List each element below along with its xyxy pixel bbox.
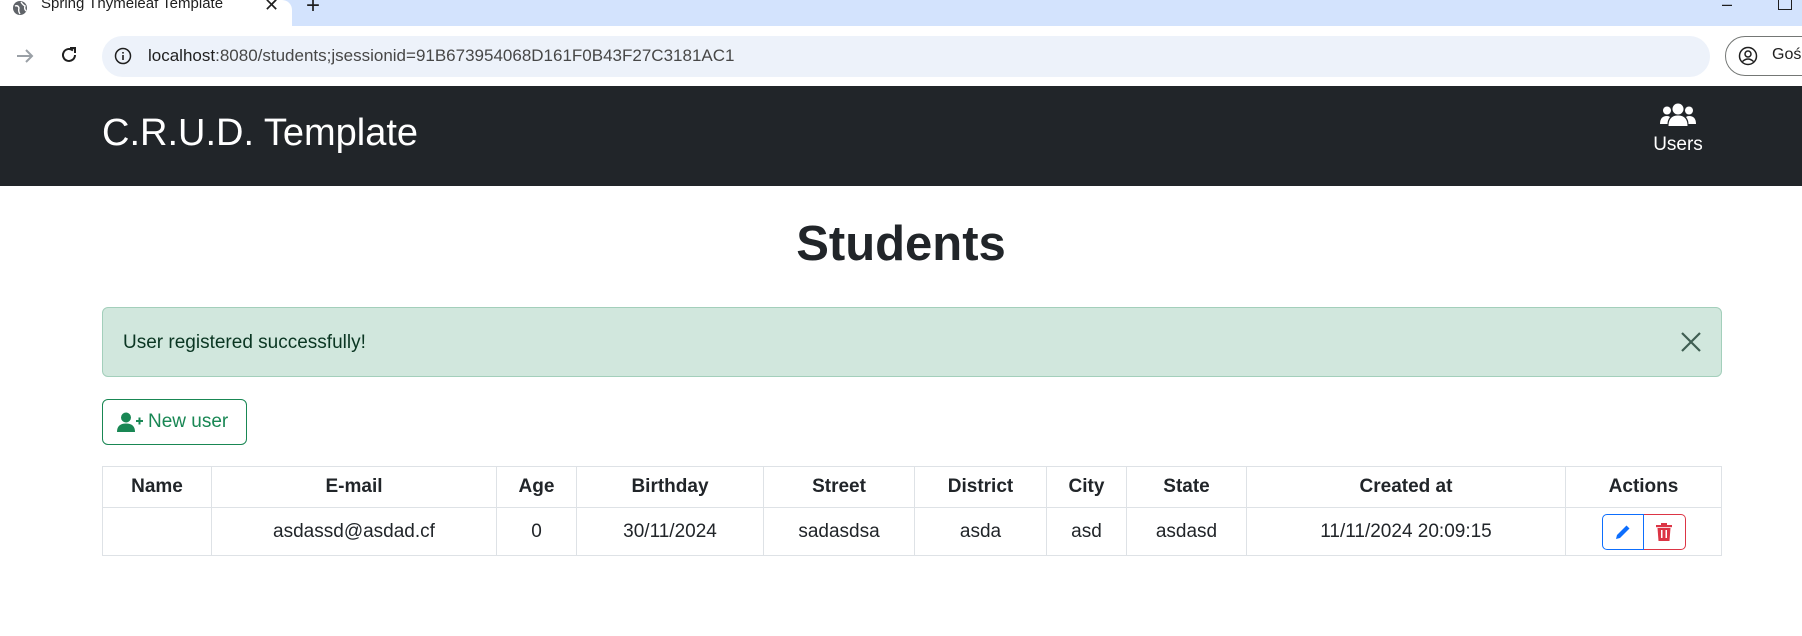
new-tab-button[interactable]: + [306,0,320,18]
edit-button[interactable] [1601,513,1644,550]
profile-button[interactable]: Gość [1725,36,1802,76]
new-user-label: New user [148,411,229,432]
page-title: Students [796,217,1006,271]
header-street: Street [763,466,915,508]
users-icon [1660,103,1696,126]
cell-city: asd [1046,507,1127,556]
maximize-icon[interactable] [1778,0,1792,10]
url-host: localhost [148,46,216,65]
url-path: :8080/students;jsessionid=91B673954068D1… [215,46,735,65]
table-row: asdassd@asdad.cf 0 30/11/2024 sadasdsa a… [102,507,1722,556]
trash-icon [1656,522,1672,541]
profile-icon [1738,46,1758,66]
cell-district: asda [914,507,1047,556]
nav-users-link[interactable]: Users [1640,102,1716,172]
reload-icon[interactable] [58,44,80,66]
forward-icon[interactable] [14,45,36,67]
header-district: District [914,466,1047,508]
table-header-row: Name E-mail Age Birthday Street District… [102,466,1722,508]
nav-users-label: Users [1653,134,1703,155]
new-user-button[interactable]: New user [102,399,247,445]
header-email: E-mail [211,466,497,508]
globe-icon [13,1,27,15]
header-created-at: Created at [1246,466,1566,508]
profile-name: Gość [1772,46,1802,63]
cell-street: sadasdsa [763,507,915,556]
action-buttons [1601,513,1686,550]
header-city: City [1046,466,1127,508]
address-bar[interactable]: localhost:8080/students;jsessionid=91B67… [102,36,1710,77]
header-birthday: Birthday [576,466,764,508]
cell-name [102,507,212,556]
header-actions: Actions [1565,466,1722,508]
tab-title: Spring Thymeleaf Template [41,0,224,12]
cell-age: 0 [496,507,577,556]
success-alert: User registered successfully! [102,307,1722,377]
browser-tabstrip: Spring Thymeleaf Template ✕ + – [0,0,1802,26]
url-text: localhost:8080/students;jsessionid=91B67… [148,46,734,66]
cell-state: asdasd [1126,507,1247,556]
tab-close-icon[interactable]: ✕ [264,0,279,14]
header-age: Age [496,466,577,508]
header-name: Name [102,466,212,508]
cell-email: asdassd@asdad.cf [211,507,497,556]
cell-actions [1565,507,1722,556]
students-table: Name E-mail Age Birthday Street District… [102,466,1722,556]
site-info-icon[interactable] [114,47,132,65]
pencil-icon [1615,525,1629,539]
cell-created-at: 11/11/2024 20:09:15 [1246,507,1566,556]
user-plus-icon [117,412,143,432]
minimize-icon[interactable]: – [1722,0,1732,15]
browser-tab[interactable]: Spring Thymeleaf Template ✕ [0,0,292,26]
navbar-brand[interactable]: C.R.U.D. Template [102,112,418,155]
alert-message: User registered successfully! [123,332,366,353]
app-navbar: C.R.U.D. Template Users [0,86,1802,186]
header-state: State [1126,466,1247,508]
browser-toolbar: localhost:8080/students;jsessionid=91B67… [0,26,1802,86]
delete-button[interactable] [1643,513,1686,550]
close-icon[interactable] [1679,330,1703,354]
cell-birthday: 30/11/2024 [576,507,764,556]
